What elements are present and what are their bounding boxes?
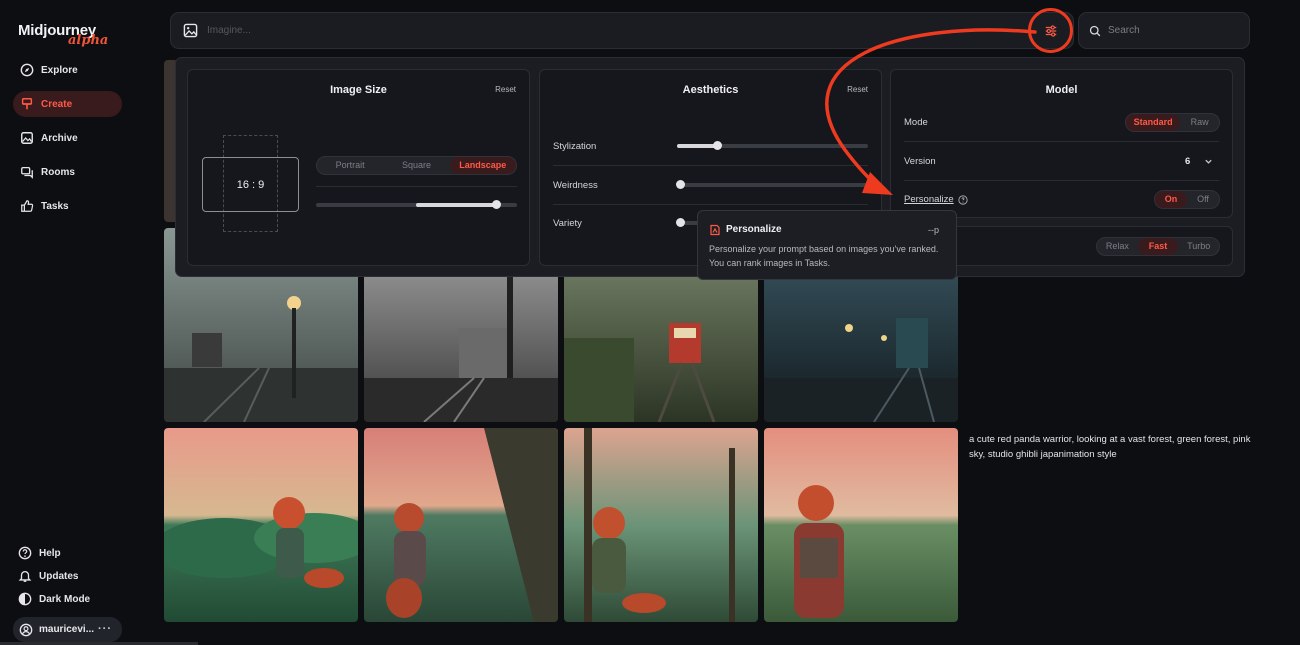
variety-slider-handle[interactable] [676,218,685,227]
search-icon [1089,25,1101,36]
more-options-icon[interactable]: ··· [98,623,112,635]
gallery-image-panda-2[interactable] [364,428,558,622]
sidebar-item-label: Explore [41,64,78,76]
variety-label: Variety [553,218,582,229]
chevron-down-icon[interactable] [1204,157,1213,166]
sidebar-item-rooms[interactable]: Rooms [13,159,122,185]
divider [904,141,1219,142]
search-input[interactable] [1108,25,1238,36]
stylization-slider[interactable] [677,141,868,150]
stylization-slider-handle[interactable] [713,141,722,150]
slider-fill [677,144,717,148]
orientation-portrait[interactable]: Portrait [317,157,383,174]
compass-icon [20,63,34,77]
chat-icon [21,166,33,179]
model-title: Model [1045,84,1078,96]
help-label: Help [39,547,61,559]
divider [904,180,1219,181]
sidebar: Midjourney alpha Explore Create Archive … [0,0,135,645]
sidebar-item-label: Rooms [41,166,75,178]
divider [316,186,517,187]
aesthetics-reset-button[interactable]: Reset [847,85,868,94]
aspect-ratio-label: 16 : 9 [236,178,265,191]
prompt-input[interactable] [207,25,907,36]
image-size-card: Image Size Reset 16 : 9 Portrait Square … [187,69,530,266]
brush-icon [21,98,33,110]
mode-toggle: Standard Raw [1125,113,1220,132]
personalize-tooltip: Personalize --p Personalize your prompt … [697,210,957,280]
logo-sub-text: alpha [68,33,109,48]
aspect-ratio-slider-handle[interactable] [492,200,501,209]
image-icon [21,132,33,144]
tooltip-body: Personalize your prompt based on images … [709,244,939,268]
dark-mode-toggle[interactable]: Dark Mode [18,592,90,606]
aspect-ratio-slider[interactable] [316,200,517,209]
personalize-icon [710,224,720,236]
speed-relax[interactable]: Relax [1097,238,1138,255]
sidebar-item-tasks[interactable]: Tasks [13,193,122,219]
slider-fill [416,203,496,207]
orientation-square[interactable]: Square [383,157,449,174]
aesthetics-title: Aesthetics [682,84,739,96]
stylization-label: Stylization [553,141,597,152]
orientation-toggle: Portrait Square Landscape [316,156,517,175]
aspect-ratio-preview: 16 : 9 [202,157,299,212]
settings-button[interactable] [1041,21,1061,41]
model-card: Model Mode Standard Raw Version 6 Person… [890,69,1233,218]
speed-turbo[interactable]: Turbo [1178,238,1219,255]
sidebar-item-label: Archive [41,132,78,144]
moon-icon [18,592,32,606]
speed-fast[interactable]: Fast [1137,238,1179,255]
updates-link[interactable]: Updates [18,569,78,583]
personalize-toggle: On Off [1154,190,1220,209]
personalize-on[interactable]: On [1155,191,1187,208]
personalize-off[interactable]: Off [1187,191,1219,208]
sliders-icon [1045,25,1057,37]
updates-label: Updates [39,570,79,582]
tooltip-title: Personalize [726,224,782,235]
version-label: Version [904,156,936,167]
user-account[interactable]: mauricevi... ··· [13,617,122,642]
sidebar-item-label: Create [41,98,73,110]
weirdness-slider-handle[interactable] [676,180,685,189]
mode-standard[interactable]: Standard [1126,114,1181,131]
help-link[interactable]: Help [18,546,61,560]
orientation-landscape[interactable]: Landscape [449,157,516,174]
sidebar-item-label: Tasks [41,200,69,212]
divider [553,204,868,205]
info-icon[interactable] [958,195,968,205]
version-select[interactable]: 6 [1185,156,1190,167]
gallery-image-panda-3[interactable] [564,428,758,622]
mode-raw[interactable]: Raw [1180,114,1219,131]
sidebar-item-create[interactable]: Create [13,91,122,117]
prompt-bar [170,12,1074,49]
user-avatar-icon [19,623,33,636]
image-upload-icon[interactable] [183,23,198,38]
speed-toggle: Relax Fast Turbo [1096,237,1220,256]
gallery-image-panda-4[interactable] [764,428,958,622]
divider [553,165,868,166]
weirdness-label: Weirdness [553,180,598,191]
weirdness-slider[interactable] [676,180,868,189]
thumbs-up-icon [21,200,34,212]
help-icon [18,546,32,560]
gallery-caption: a cute red panda warrior, looking at a v… [969,434,1251,460]
mode-label: Mode [904,117,928,128]
sidebar-item-explore[interactable]: Explore [13,57,122,83]
dark-mode-label: Dark Mode [39,593,91,605]
bell-icon [18,570,32,582]
tooltip-flag: --p [928,225,939,235]
personalize-label[interactable]: Personalize [904,194,954,205]
search-bar [1078,12,1250,49]
midjourney-logo[interactable]: Midjourney alpha [18,22,128,52]
image-size-title: Image Size [330,84,387,96]
username: mauricevi... [39,624,95,635]
sidebar-item-archive[interactable]: Archive [13,125,122,151]
image-size-reset-button[interactable]: Reset [495,85,516,94]
gallery-image-panda-1[interactable] [164,428,358,622]
